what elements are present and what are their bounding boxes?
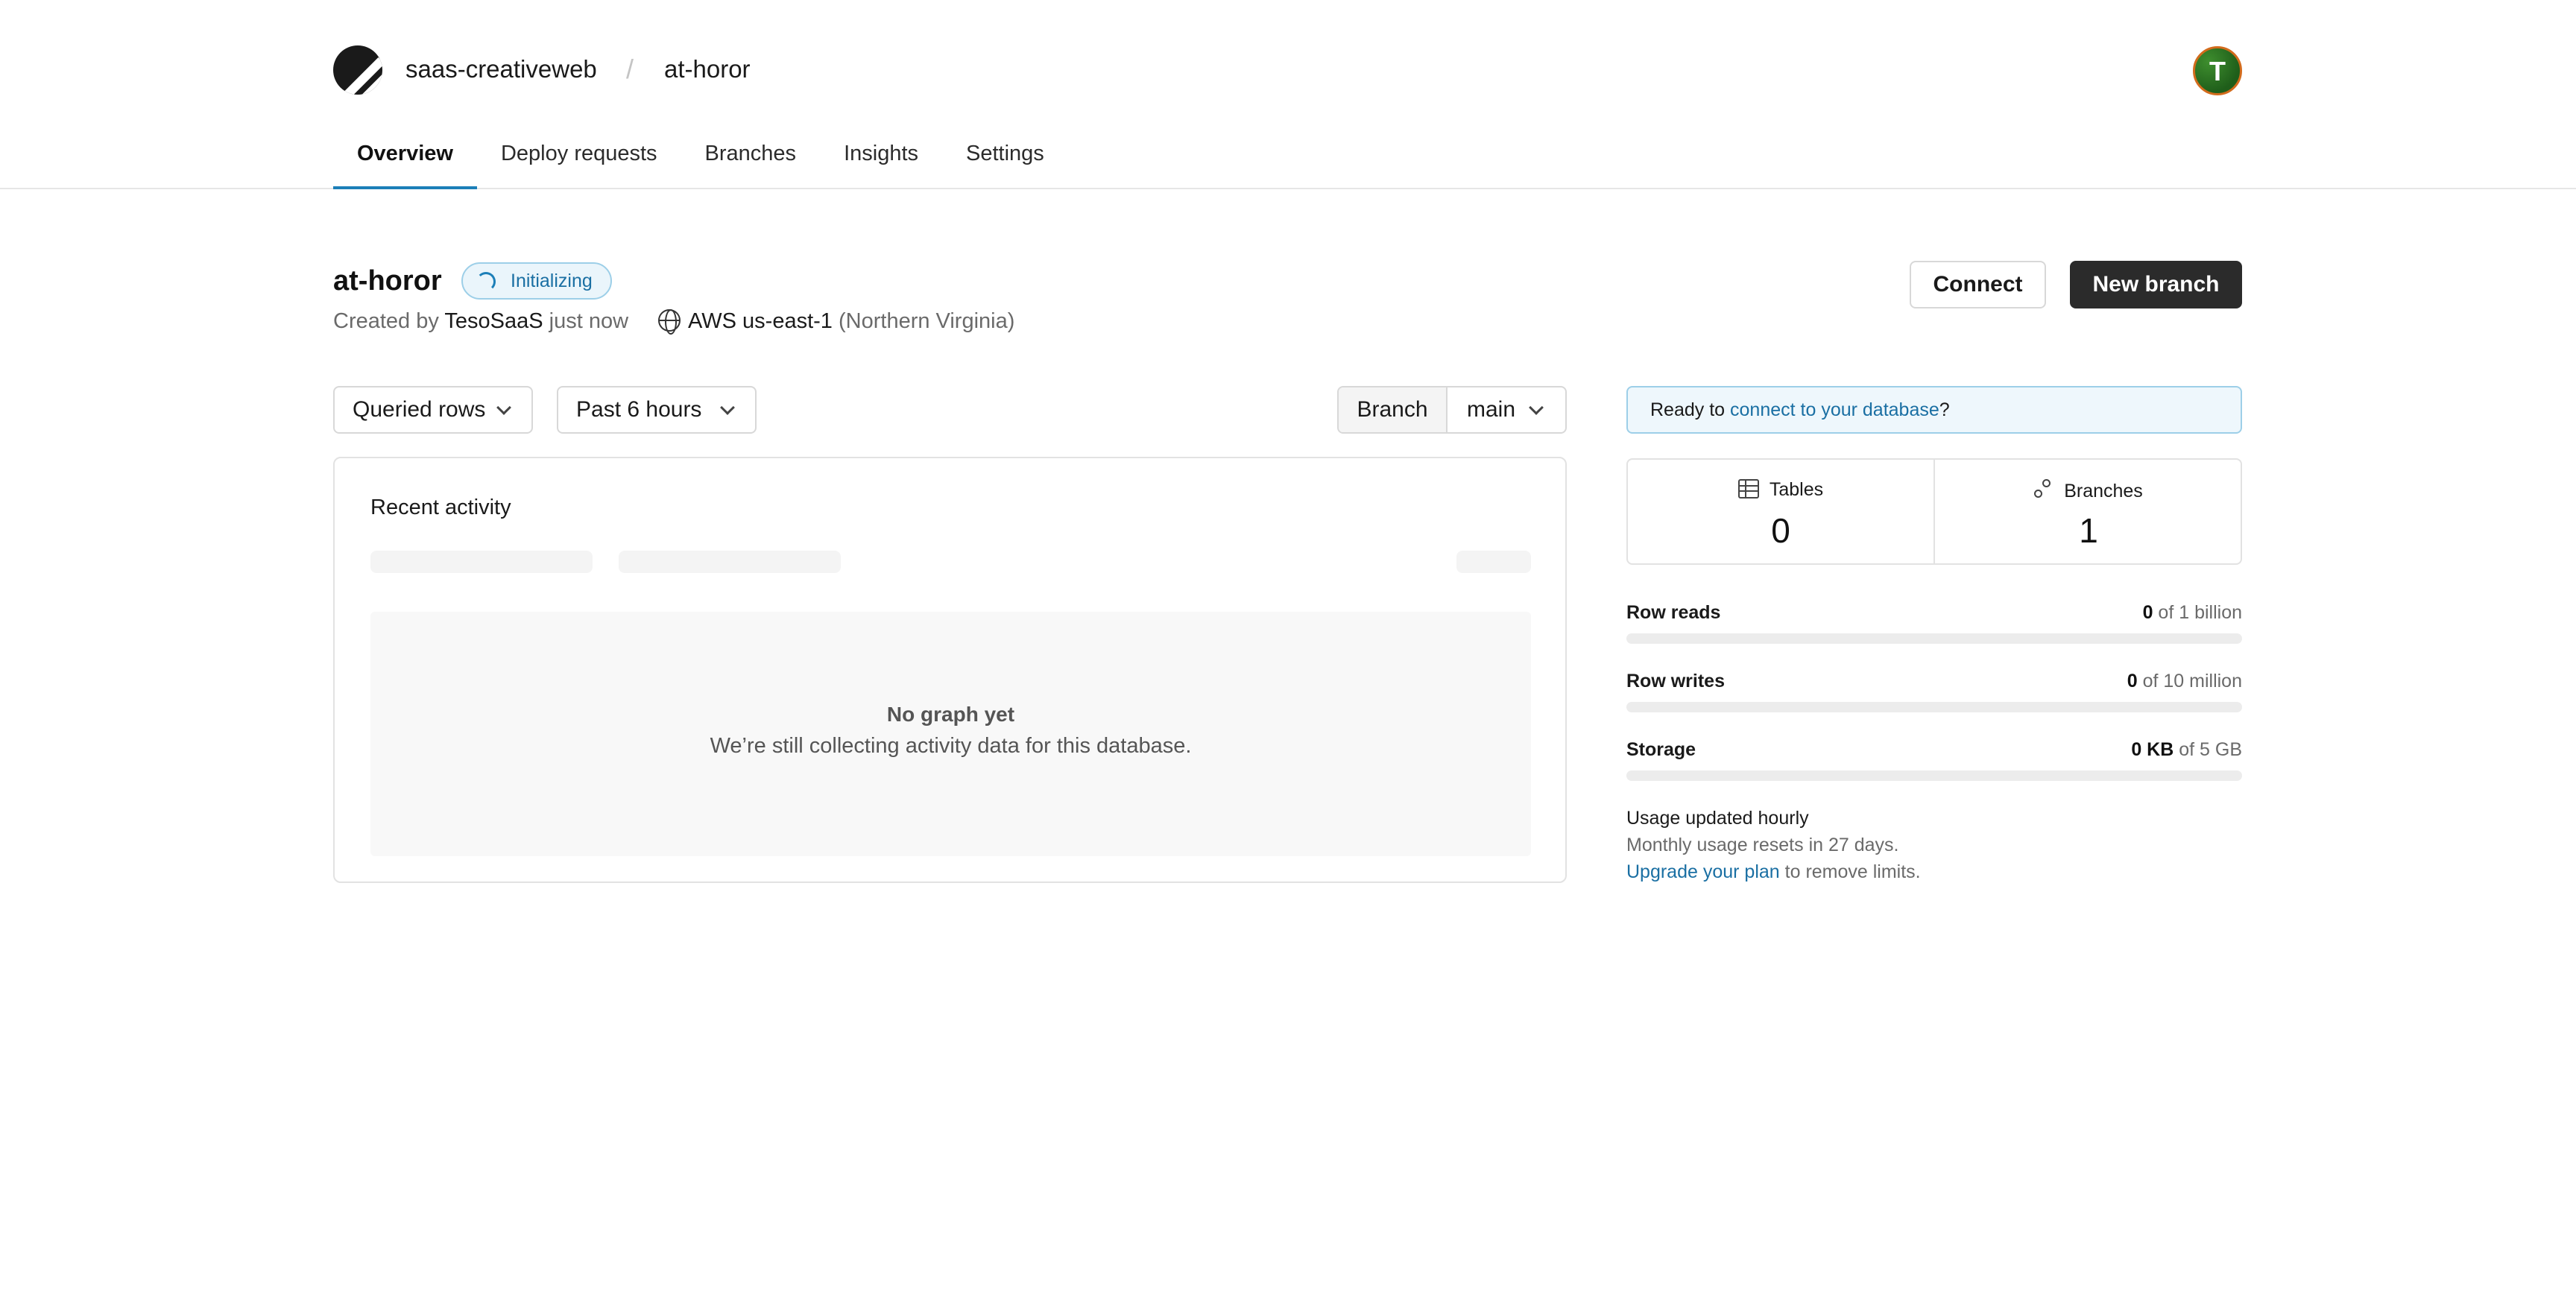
page-title: at-horor [333,265,442,297]
metric-select[interactable]: Queried rows [333,386,533,434]
user-avatar[interactable]: T [2193,46,2242,95]
connect-button[interactable]: Connect [1910,261,2046,308]
region-detail: (Northern Virginia) [839,309,1015,333]
chevron-down-icon [496,400,511,415]
planetscale-logo-icon[interactable] [333,45,382,95]
banner-suffix: ? [1939,399,1950,420]
branches-stat-header: Branches [1935,479,2242,502]
org-breadcrumb[interactable]: saas-creativeweb [405,55,597,83]
chevron-down-icon [720,400,735,415]
usage-label: Row writes [1626,671,1725,691]
created-by-user: TesoSaaS [444,309,543,333]
graph-placeholder: No graph yet We’re still collecting acti… [370,612,1531,856]
connect-banner: Ready to connect to your database? [1626,386,2242,434]
created-when: just now [549,309,629,333]
tables-count: 0 [1771,511,1790,550]
upgrade-note: Upgrade your plan to remove limits. [1626,861,1921,883]
created-prefix: Created by [333,309,439,333]
status-badge: Initializing [461,262,612,300]
metric-select-value: Queried rows [353,397,486,422]
usage-note-title: Usage updated hourly [1626,808,1809,829]
loading-skeleton [619,551,841,573]
empty-graph-message: We’re still collecting activity data for… [710,734,1192,758]
usage-limit: of 1 billion [2158,602,2242,623]
recent-activity-card: Recent activity No graph yet We’re still… [333,457,1567,883]
usage-reset-note: Monthly usage resets in 27 days. [1626,835,1899,855]
branches-label: Branches [2064,481,2143,501]
time-range-select[interactable]: Past 6 hours [557,386,757,434]
branch-selector-label: Branch [1339,387,1448,432]
nav-tabs: Overview Deploy requests Branches Insigh… [333,139,1068,189]
tab-branches[interactable]: Branches [681,139,821,189]
card-title: Recent activity [370,496,511,519]
loading-spinner-icon [476,272,496,291]
new-branch-button[interactable]: New branch [2070,261,2242,308]
avatar-initial: T [2209,56,2226,86]
usage-amount: 0 KB of 5 GB [2131,739,2242,761]
loading-skeleton [1456,551,1531,573]
branches-stat: Branches 1 [1935,460,2242,563]
usage-value: 0 KB [2131,739,2174,760]
branch-select[interactable]: main [1448,387,1565,432]
usage-amount: 0 of 10 million [2127,671,2242,692]
region-name: AWS us-east-1 [688,309,833,333]
tab-overview[interactable]: Overview [333,139,477,189]
tables-label: Tables [1769,479,1824,500]
usage-progress-bar [1626,633,2242,644]
upgrade-plan-link[interactable]: Upgrade your plan [1626,861,1780,882]
usage-value: 0 [2127,671,2138,691]
empty-graph-title: No graph yet [886,703,1015,726]
breadcrumb-separator: / [626,54,634,84]
stats-panel: Tables 0 Branches 1 [1626,458,2242,565]
region-info: AWS us-east-1 (Northern Virginia) [658,309,1015,335]
usage-label: Storage [1626,739,1696,760]
branch-selector: Branch main [1337,386,1567,434]
top-bar: saas-creativeweb / at-horor T Overview D… [0,0,2576,189]
usage-limit: of 5 GB [2179,739,2242,760]
tab-settings[interactable]: Settings [942,139,1068,189]
branches-count: 1 [2079,511,2098,550]
usage-limit: of 10 million [2142,671,2242,691]
chevron-down-icon [1529,400,1544,415]
usage-amount: 0 of 1 billion [2143,602,2242,624]
upgrade-suffix: to remove limits. [1779,861,1921,882]
tables-stat-header: Tables [1628,479,1933,501]
usage-label: Row reads [1626,602,1721,623]
table-icon [1737,479,1759,499]
tab-deploy-requests[interactable]: Deploy requests [477,139,681,189]
branch-select-value: main [1467,397,1516,422]
created-info: Created by TesoSaaS just now [333,309,628,334]
usage-progress-bar [1626,770,2242,781]
status-text: Initializing [511,270,593,291]
connect-database-link[interactable]: connect to your database [1730,399,1939,420]
database-breadcrumb[interactable]: at-horor [664,55,751,83]
tables-stat: Tables 0 [1628,460,1935,563]
banner-prefix: Ready to [1650,399,1731,420]
tab-insights[interactable]: Insights [820,139,942,189]
usage-progress-bar [1626,702,2242,712]
branch-icon [2034,479,2053,500]
globe-icon [658,309,681,335]
loading-skeleton [370,551,593,573]
time-range-value: Past 6 hours [576,397,702,422]
usage-value: 0 [2142,602,2153,623]
